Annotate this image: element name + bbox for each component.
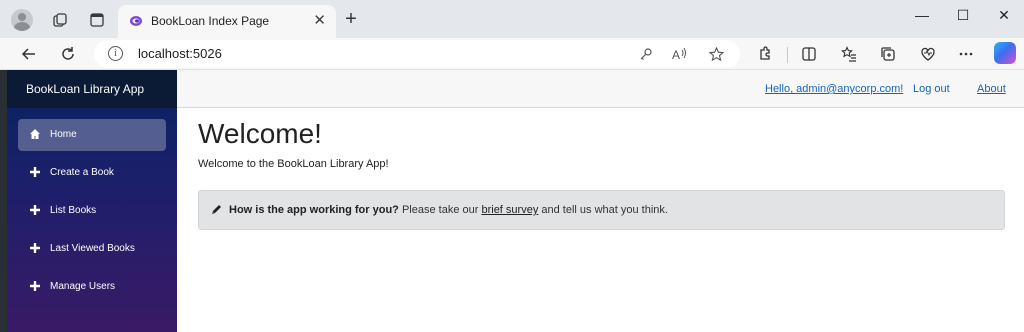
page-title: Welcome! <box>198 118 322 149</box>
welcome-text: Welcome to the BookLoan Library App! <box>198 158 389 170</box>
read-aloud-icon[interactable]: A <box>670 44 690 64</box>
extensions-icon[interactable] <box>754 43 776 65</box>
user-greeting-link[interactable]: Hello, admin@anycorp.com! <box>765 83 903 95</box>
sidebar-item-home[interactable]: Home <box>18 119 166 151</box>
tab-close-icon[interactable]: ✕ <box>313 11 326 29</box>
browser-tab-bar: BookLoan Index Page ✕ + — ☐ ✕ <box>0 0 1024 38</box>
split-screen-icon[interactable] <box>798 43 820 65</box>
address-bar[interactable]: i localhost:5026 A <box>94 40 740 68</box>
survey-prompt: How is the app working for you? Please t… <box>198 190 1005 230</box>
collections-icon[interactable] <box>877 43 899 65</box>
close-window-button[interactable]: ✕ <box>989 4 1019 26</box>
survey-text: How is the app working for you? Please t… <box>229 204 668 216</box>
back-icon[interactable] <box>18 43 40 65</box>
sidebar-item-label: List Books <box>50 205 97 216</box>
survey-question: How is the app working for you? <box>229 204 399 216</box>
sidebar-item-label: Manage Users <box>50 281 116 292</box>
tab-favicon <box>130 16 142 26</box>
browser-essentials-icon[interactable] <box>917 43 939 65</box>
profile-icon[interactable] <box>11 9 33 31</box>
address-url[interactable]: localhost:5026 <box>138 46 222 61</box>
pencil-icon <box>209 203 223 217</box>
sidebar-item-label: Create a Book <box>50 167 114 178</box>
survey-link[interactable]: brief survey <box>481 204 538 216</box>
favorite-star-icon[interactable] <box>706 44 726 64</box>
app-brand[interactable]: BookLoan Library App <box>26 82 144 96</box>
new-tab-button[interactable]: + <box>340 8 362 30</box>
key-icon[interactable] <box>636 44 656 64</box>
sidebar-item-label: Last Viewed Books <box>50 243 135 254</box>
about-link[interactable]: About <box>977 83 1006 95</box>
tab-title: BookLoan Index Page <box>151 14 270 28</box>
plus-icon <box>28 203 42 217</box>
workspaces-icon[interactable] <box>49 9 71 31</box>
sidebar-item-create-book[interactable]: Create a Book <box>18 157 166 189</box>
plus-icon <box>28 241 42 255</box>
brand-bar: BookLoan Library App <box>7 70 177 108</box>
plus-icon <box>28 279 42 293</box>
sidebar: BookLoan Library App Home Create a Book … <box>7 70 177 332</box>
main-content: Welcome! Welcome to the BookLoan Library… <box>198 118 1005 230</box>
maximize-button[interactable]: ☐ <box>948 4 978 26</box>
vertical-tabs-icon[interactable] <box>86 9 108 31</box>
copilot-icon[interactable] <box>994 42 1016 64</box>
survey-prefix: Please take our <box>398 204 482 216</box>
top-navbar: Hello, admin@anycorp.com! Log out About <box>177 70 1024 108</box>
active-tab[interactable]: BookLoan Index Page ✕ <box>118 5 336 38</box>
info-icon[interactable]: i <box>108 46 123 61</box>
page-content: BookLoan Library App Home Create a Book … <box>0 70 1024 332</box>
survey-suffix: and tell us what you think. <box>538 204 668 216</box>
home-icon <box>28 127 42 141</box>
favorites-icon[interactable] <box>838 43 860 65</box>
sidebar-item-list-books[interactable]: List Books <box>18 195 166 227</box>
window-edge <box>0 70 7 332</box>
refresh-icon[interactable] <box>57 43 79 65</box>
sidebar-item-manage-users[interactable]: Manage Users <box>18 271 166 303</box>
logout-link[interactable]: Log out <box>913 83 950 95</box>
sidebar-item-label: Home <box>50 129 77 140</box>
browser-toolbar: i localhost:5026 A <box>0 38 1024 70</box>
more-icon[interactable] <box>955 43 977 65</box>
toolbar-separator <box>787 47 788 63</box>
svg-text:A: A <box>672 48 680 61</box>
minimize-button[interactable]: — <box>907 4 937 26</box>
plus-icon <box>28 165 42 179</box>
sidebar-item-last-viewed-books[interactable]: Last Viewed Books <box>18 233 166 265</box>
